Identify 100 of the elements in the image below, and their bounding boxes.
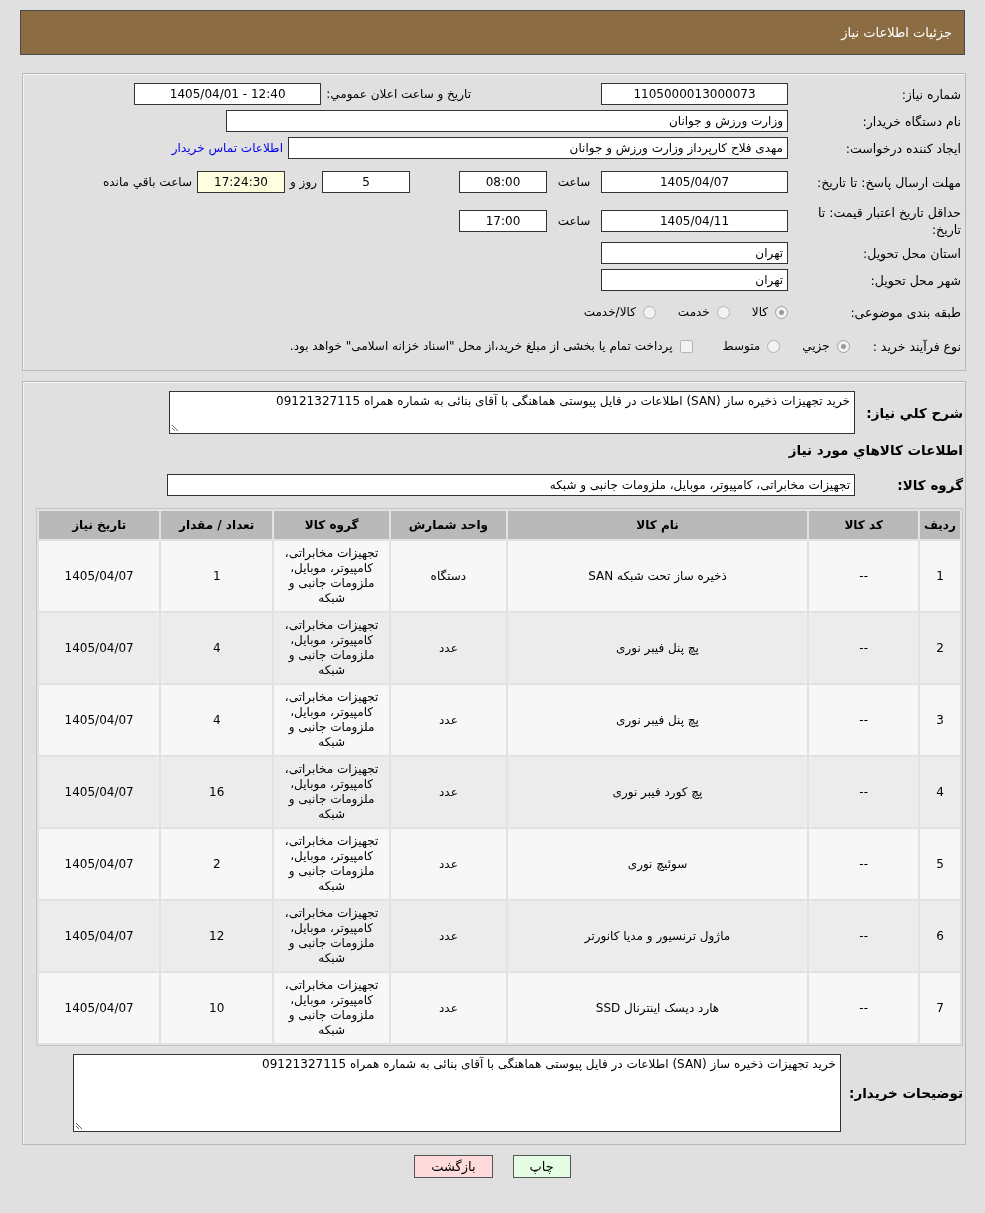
table-cell: 3 — [920, 685, 960, 755]
radio-button[interactable] — [767, 339, 781, 353]
announce-date-field[interactable]: 1405/04/01 - 12:40 — [134, 83, 322, 105]
table-cell: 2 — [920, 613, 960, 683]
description-field[interactable]: خرید تجهیزات ذخیره ساز (SAN) اطلاعات در فایل پیوستی هماهنگی با آقای بنائی به شماره همراه 09121327115 — [169, 391, 855, 434]
checkbox-label: پرداخت تمام یا بخشی از مبلغ خرید،از محل "اسناد خزانه اسلامی" خواهد بود. — [289, 339, 673, 353]
table-cell: تجهیزات مخابراتی، کامپیوتر، موبایل، ملزومات جانبی و شبکه — [274, 757, 390, 827]
table-cell: ذخیره ساز تحت شبکه SAN — [507, 541, 808, 611]
table-cell: -- — [809, 901, 918, 971]
field-label: استان محل تحویل: — [861, 244, 961, 262]
group-field[interactable]: تجهیزات مخابراتی، کامپیوتر، موبایل، ملزومات جانبی و شبکه — [167, 474, 855, 496]
table-cell: -- — [809, 829, 918, 899]
column-header: تعداد / مقدار — [161, 511, 273, 539]
field-label: نام دستگاه خریدار: — [861, 112, 961, 130]
field-label: طبقه بندی موضوعی: — [849, 303, 961, 321]
table-cell: 1405/04/07 — [39, 541, 160, 611]
resize-grip-icon[interactable] — [76, 1122, 83, 1129]
column-header: گروه کالا — [274, 511, 390, 539]
table-cell: عدد — [391, 901, 506, 971]
table-cell: عدد — [391, 613, 506, 683]
table-cell: 10 — [161, 973, 273, 1043]
radio-label: خدمت — [677, 305, 710, 319]
radio-label: کالا — [751, 305, 768, 319]
column-header: کد کالا — [809, 511, 918, 539]
table-cell: 4 — [920, 757, 960, 827]
field-label: نوع فرآیند خرید : — [872, 338, 961, 354]
radio-label: متوسط — [722, 339, 761, 353]
buyer-notes-field[interactable]: خرید تجهیزات ذخیره ساز (SAN) اطلاعات در فایل پیوستی هماهنگی با آقای بنائی به شماره همراه 09121327115 — [73, 1054, 841, 1132]
table-cell: -- — [809, 973, 918, 1043]
column-header: نام کالا — [507, 511, 808, 539]
table-cell: 2 — [161, 829, 273, 899]
table-cell: 1405/04/07 — [39, 901, 160, 971]
table-cell: -- — [809, 541, 918, 611]
field-label: ایجاد کننده درخواست: — [844, 139, 961, 157]
table-cell: عدد — [391, 973, 506, 1043]
contact-link[interactable]: اطلاعات تماس خریدار — [171, 141, 283, 155]
table-cell: 4 — [161, 685, 273, 755]
table-cell: 1 — [920, 541, 960, 611]
days-label: روز و — [290, 175, 317, 189]
buyer-field[interactable]: وزارت ورزش و جوانان — [226, 110, 788, 132]
table-cell: 12 — [161, 901, 273, 971]
table-cell: تجهیزات مخابراتی، کامپیوتر، موبایل، ملزومات جانبی و شبکه — [274, 541, 390, 611]
days-field[interactable]: 5 — [322, 171, 410, 193]
requester-field[interactable]: مهدی فلاح کارپرداز وزارت ورزش و جوانان — [288, 137, 788, 159]
table-cell: 1405/04/07 — [39, 757, 160, 827]
column-header: تاریخ نیاز — [39, 511, 160, 539]
table-cell: 1 — [161, 541, 273, 611]
table-cell: 16 — [161, 757, 273, 827]
checkbox[interactable] — [679, 339, 693, 353]
remaining-time-field[interactable]: 17:24:30 — [197, 171, 285, 193]
resize-grip-icon[interactable] — [172, 424, 179, 431]
table-cell: هارد دیسک اینترنال SSD — [507, 973, 808, 1043]
table-cell: 1405/04/07 — [39, 829, 160, 899]
table-cell: تجهیزات مخابراتی، کامپیوتر، موبایل، ملزومات جانبی و شبکه — [274, 901, 390, 971]
field-label: تاریخ و ساعت اعلان عمومي: — [326, 87, 471, 101]
table-cell: تجهیزات مخابراتی، کامپیوتر، موبایل، ملزومات جانبی و شبکه — [274, 829, 390, 899]
field-label: شماره نیاز: — [900, 85, 961, 103]
city-field[interactable]: تهران — [601, 269, 788, 291]
time-label: ساعت — [556, 214, 592, 228]
radio-label: جزيي — [802, 339, 830, 353]
time-field[interactable]: 17:00 — [459, 210, 547, 232]
column-header: ردیف — [920, 511, 960, 539]
field-label: شهر محل تحویل: — [869, 271, 961, 289]
table-cell: 7 — [920, 973, 960, 1043]
table-cell: -- — [809, 613, 918, 683]
remaining-label: ساعت باقي مانده — [102, 175, 192, 189]
print-button[interactable]: چاپ — [512, 1155, 571, 1178]
table-cell: ماژول ترنسیور و مدیا کانورتر — [507, 901, 808, 971]
date-field[interactable]: 1405/04/11 — [601, 210, 788, 232]
table-cell: پچ کورد فیبر نوری — [507, 757, 808, 827]
radio-button[interactable] — [836, 339, 850, 353]
date-field[interactable]: 1405/04/07 — [601, 171, 788, 193]
table-cell: تجهیزات مخابراتی، کامپیوتر، موبایل، ملزومات جانبی و شبکه — [274, 613, 390, 683]
province-field[interactable]: تهران — [601, 242, 788, 264]
table-cell: عدد — [391, 829, 506, 899]
table-cell: تجهیزات مخابراتی، کامپیوتر، موبایل، ملزومات جانبی و شبکه — [274, 973, 390, 1043]
section-heading: اطلاعات کالاهاي مورد نیاز — [787, 442, 963, 458]
radio-button[interactable] — [775, 305, 788, 319]
need-number-field[interactable]: 1105000013000073 — [601, 83, 788, 105]
field-label: توضیحات خریدار: — [848, 1085, 963, 1101]
table-cell: پچ پنل فیبر نوری — [507, 613, 808, 683]
back-button[interactable]: بازگشت — [414, 1155, 493, 1178]
table-cell: 1405/04/07 — [39, 973, 160, 1043]
field-label: شرح کلي نیاز: — [865, 404, 963, 421]
table-cell: سوئیچ نوری — [507, 829, 808, 899]
time-field[interactable]: 08:00 — [459, 171, 547, 193]
radio-button[interactable] — [642, 305, 656, 319]
table-cell: -- — [809, 685, 918, 755]
table-cell: دستگاه — [391, 541, 506, 611]
table-cell: -- — [809, 757, 918, 827]
radio-label: کالا/خدمت — [583, 305, 636, 319]
page-title: جزئیات اطلاعات نیاز — [841, 25, 952, 40]
table-cell: 5 — [920, 829, 960, 899]
table-cell: عدد — [391, 685, 506, 755]
column-header: واحد شمارش — [391, 511, 506, 539]
table-cell: 4 — [161, 613, 273, 683]
table-cell: پچ پنل فیبر نوری — [507, 685, 808, 755]
field-label: گروه کالا: — [896, 477, 963, 493]
radio-button[interactable] — [716, 305, 730, 319]
field-label: مهلت ارسال پاسخ: تا تاریخ: — [815, 173, 961, 191]
